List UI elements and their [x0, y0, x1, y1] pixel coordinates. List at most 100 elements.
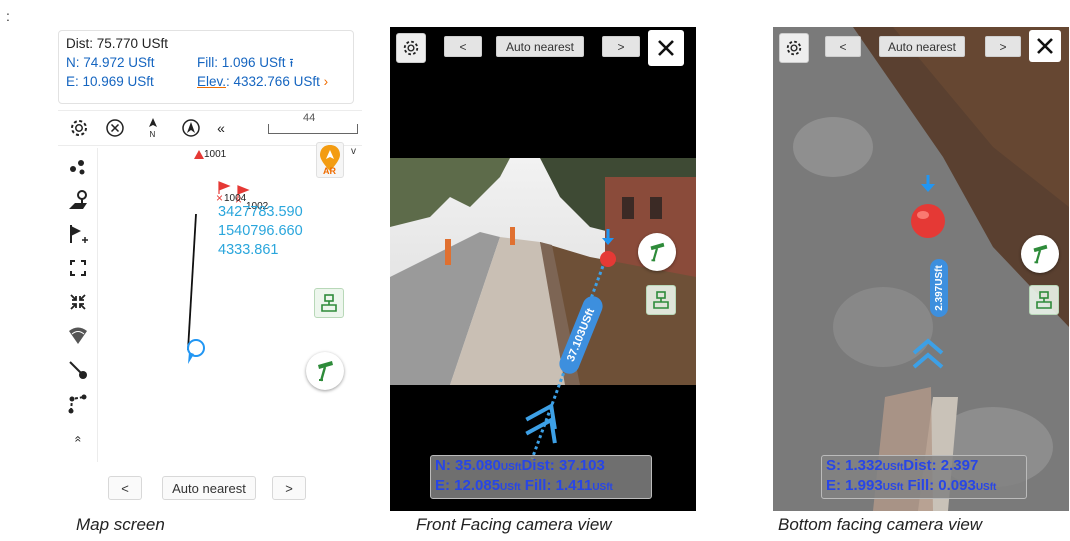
add-flag-icon	[70, 225, 88, 243]
next-point-button[interactable]: >	[985, 36, 1021, 57]
close-circle-icon	[106, 119, 124, 137]
hud-south-unit: USft	[882, 462, 904, 473]
auto-nearest-button[interactable]: Auto nearest	[496, 36, 584, 57]
point-1001-marker[interactable]	[194, 150, 204, 159]
add-flag-button[interactable]	[64, 220, 92, 248]
hud-east-unit: USft	[882, 482, 904, 493]
east-readout: E: 10.969 USft	[66, 74, 154, 89]
zoom-extents-button[interactable]	[64, 254, 92, 282]
stake-icon	[650, 242, 665, 262]
fill-readout: Fill: 1.096 USft ⭱	[197, 53, 294, 73]
polyline-tool-button[interactable]	[64, 390, 92, 418]
collapse-icon	[70, 294, 86, 310]
gear-icon	[71, 120, 87, 136]
settings-button[interactable]	[66, 115, 92, 141]
cancel-stake-button[interactable]	[102, 115, 128, 141]
target-marker	[911, 175, 945, 238]
auto-nearest-button[interactable]: Auto nearest	[162, 476, 256, 500]
scale-bar: 44	[268, 112, 358, 134]
level-icon	[321, 294, 337, 312]
hud-fill: Fill: 0.093	[907, 477, 976, 494]
next-point-button[interactable]: >	[272, 476, 306, 500]
hud-distance: Dist: 37.103	[521, 457, 605, 474]
signal-button[interactable]	[64, 322, 92, 350]
level-button[interactable]	[1029, 285, 1059, 315]
close-button[interactable]	[1029, 30, 1061, 62]
level-icon	[1036, 291, 1052, 309]
map-pin-icon	[69, 190, 87, 209]
stake-button[interactable]	[638, 233, 676, 271]
close-icon	[1037, 38, 1053, 54]
map-nav-bar: < Auto nearest >	[108, 476, 328, 502]
settings-button[interactable]	[779, 33, 809, 63]
north-readout: N: 74.972 USft	[66, 55, 155, 70]
svg-text:N: N	[150, 130, 156, 139]
coord-elevation: 4333.861	[218, 242, 279, 258]
stakeout-hud: N: 35.080USftDist: 37.103 E: 12.085USft …	[430, 455, 652, 499]
gear-icon	[786, 40, 802, 56]
hud-north-unit: USft	[500, 462, 522, 473]
point-label-1001: 1001	[204, 149, 227, 160]
line-tool-button[interactable]	[64, 356, 92, 384]
stakeout-hud: S: 1.332USftDist: 2.397 E: 1.993USft Fil…	[821, 455, 1027, 499]
target-marker	[600, 229, 616, 267]
north-icon: N	[149, 118, 157, 139]
ar-suffix: v	[351, 146, 356, 157]
elevation-readout[interactable]: Elev.: 4332.766 USft ›	[197, 72, 328, 91]
prev-point-button[interactable]: <	[825, 36, 861, 57]
prefix-colon: :	[6, 8, 10, 24]
polyline-icon	[68, 394, 87, 414]
stakeout-info-panel: Dist: 75.770 USft N: 74.972 USft E: 10.9…	[58, 30, 354, 104]
prev-point-button[interactable]: <	[108, 476, 142, 500]
north-up-button[interactable]: N	[140, 115, 166, 141]
wifi-icon	[69, 327, 87, 344]
points-button[interactable]	[64, 152, 92, 180]
settings-button[interactable]	[396, 33, 426, 63]
map-screen: Dist: 75.770 USft N: 74.972 USft E: 10.9…	[58, 30, 362, 502]
collapse-toolbar-button[interactable]: «	[208, 115, 234, 141]
hud-distance: Dist: 2.397	[903, 457, 979, 474]
direction-chevrons-icon	[912, 338, 944, 369]
front-camera-view: < Auto nearest > 37.103USft N: 35.080USf…	[390, 27, 696, 511]
hud-row-1: N: 35.080USftDist: 37.103	[435, 457, 647, 477]
elevation-label: Elev.	[197, 74, 227, 89]
coord-easting: 1540796.660	[218, 223, 303, 239]
navigate-button[interactable]	[178, 115, 204, 141]
target-coordinates: 3427783.590 1540796.660 4333.861	[218, 203, 303, 260]
map-pin-button[interactable]	[64, 186, 92, 214]
left-tool-column: «	[58, 148, 98, 462]
hud-east: E: 1.993	[826, 477, 883, 494]
zoom-to-selection-button[interactable]	[64, 288, 92, 316]
caption-map-screen: Map screen	[76, 515, 165, 534]
hud-row-2: E: 12.085USft Fill: 1.411USft	[435, 477, 647, 497]
expand-icon	[70, 260, 86, 276]
close-button[interactable]	[648, 30, 684, 66]
auto-nearest-button[interactable]: Auto nearest	[879, 36, 965, 57]
fill-up-arrow-icon: ⭱	[289, 56, 294, 70]
close-icon	[658, 40, 674, 56]
direction-chevrons-icon	[525, 402, 557, 444]
hud-row-1: S: 1.332USftDist: 2.397	[826, 457, 1022, 477]
stake-button[interactable]	[1021, 235, 1059, 273]
points-icon	[70, 160, 85, 175]
stake-icon	[318, 361, 333, 382]
elevation-value: : 4332.766 USft	[226, 74, 320, 89]
hud-fill-unit: USft	[592, 482, 613, 493]
level-button[interactable]	[646, 285, 676, 315]
hud-north: N: 35.080	[435, 457, 501, 474]
bottom-camera-view: < Auto nearest > 2.397USft S: 1.332USftD…	[773, 27, 1069, 511]
hud-south: S: 1.332	[826, 457, 883, 474]
stake-line	[187, 213, 197, 351]
prev-point-button[interactable]: <	[444, 36, 482, 57]
hud-east: E: 12.085	[435, 477, 501, 494]
line-icon	[69, 361, 87, 379]
stake-button[interactable]	[306, 352, 344, 390]
level-icon	[653, 291, 669, 309]
hud-fill: Fill: 1.411	[524, 477, 593, 494]
chevron-up-icon: «	[71, 435, 85, 443]
next-point-button[interactable]: >	[602, 36, 640, 57]
caption-front-camera: Front Facing camera view	[416, 515, 612, 534]
level-button[interactable]	[314, 288, 344, 318]
more-tools-button[interactable]: «	[64, 430, 92, 448]
chevron-right-icon[interactable]: ›	[324, 74, 329, 89]
